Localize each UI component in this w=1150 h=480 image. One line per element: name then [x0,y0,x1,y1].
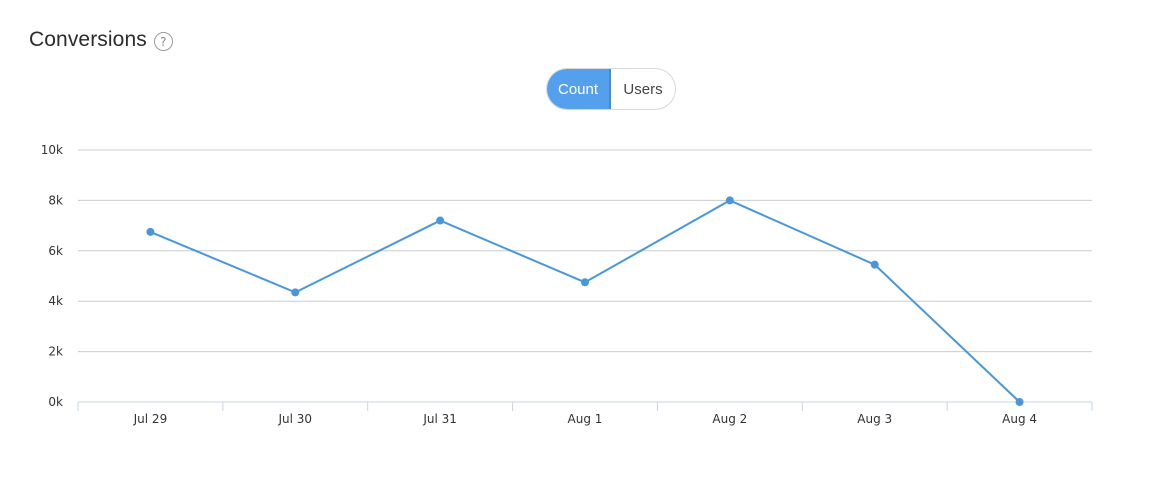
y-tick-label: 2k [48,345,63,359]
x-tick-label: Aug 1 [568,412,603,426]
y-tick-label: 6k [48,244,63,258]
x-tick-label: Jul 29 [133,412,168,426]
data-point[interactable] [436,216,445,225]
data-point[interactable] [870,260,879,269]
y-tick-label: 4k [48,294,63,308]
line-chart: 0k 2k 4k 6k 8k 10k Jul 29 Jul 30 Jul 31 Aug 1 Aug … [41,143,1093,426]
data-point[interactable] [1015,398,1024,406]
x-tick-label: Jul 30 [278,412,313,426]
x-tick-label: Jul 31 [422,412,457,426]
x-tick-label: Aug 3 [857,412,892,426]
x-tick-label: Aug 4 [1002,412,1037,426]
y-tick-label: 8k [48,193,63,207]
y-tick-label: 10k [41,143,63,157]
data-point[interactable] [146,227,155,236]
data-point[interactable] [725,196,734,205]
x-tick-label: Aug 2 [712,412,747,426]
data-point[interactable] [581,278,589,287]
data-point[interactable] [291,288,300,297]
y-tick-label: 0k [48,395,63,409]
